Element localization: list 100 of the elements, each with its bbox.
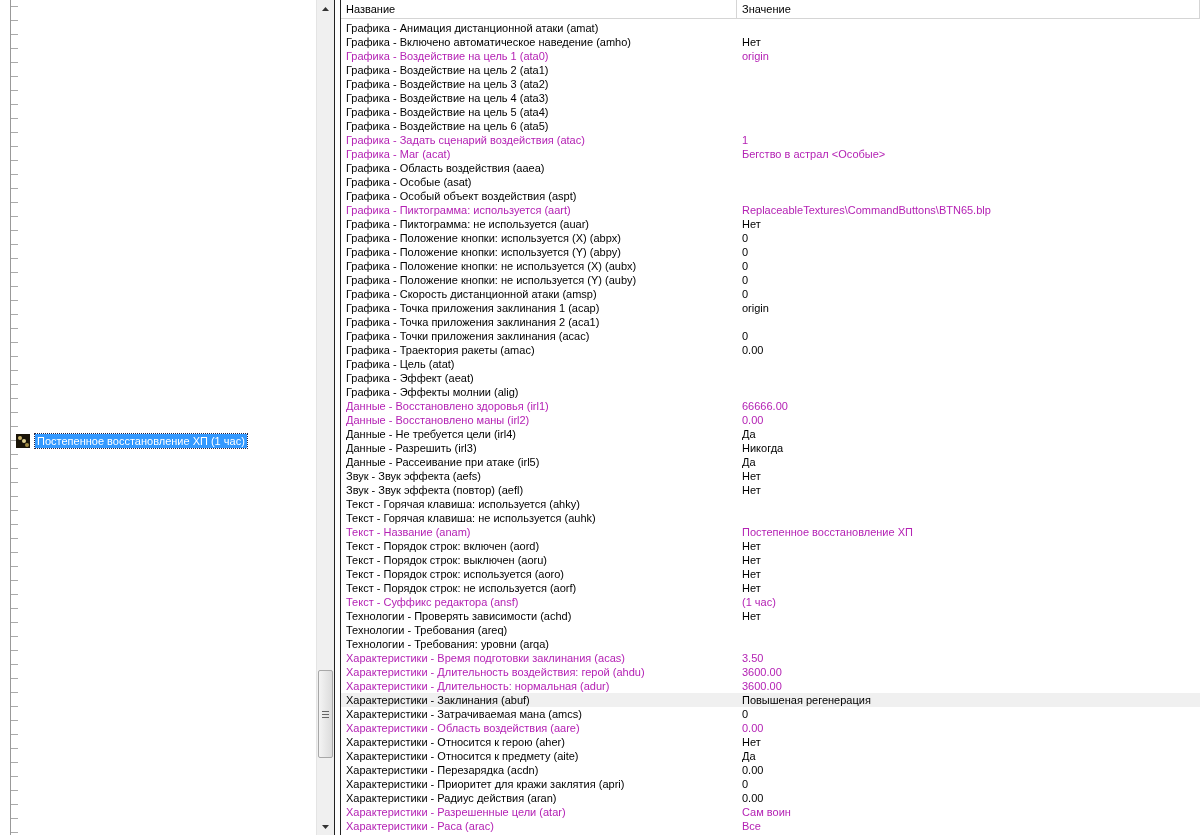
property-value[interactable]: Повышеная регенерация bbox=[737, 693, 1200, 707]
property-value[interactable]: 0 bbox=[737, 231, 1200, 245]
property-value[interactable]: 0 bbox=[737, 245, 1200, 259]
property-value[interactable]: 0.00 bbox=[737, 413, 1200, 427]
property-name[interactable]: Текст - Порядок строк: используется (aoro) bbox=[341, 567, 737, 581]
property-value[interactable]: 0 bbox=[737, 273, 1200, 287]
property-value[interactable]: Нет bbox=[737, 735, 1200, 749]
property-name[interactable]: Данные - Не требуется цели (irl4) bbox=[341, 427, 737, 441]
property-name[interactable]: Текст - Название (anam) bbox=[341, 525, 737, 539]
property-value[interactable]: Сам воин bbox=[737, 805, 1200, 819]
property-name[interactable]: Графика - Маг (acat) bbox=[341, 147, 737, 161]
property-value[interactable]: Нет bbox=[737, 567, 1200, 581]
property-value[interactable]: 3.50 bbox=[737, 651, 1200, 665]
property-value[interactable]: 0 bbox=[737, 287, 1200, 301]
property-value[interactable]: 0.00 bbox=[737, 721, 1200, 735]
property-name[interactable]: Графика - Включено автоматическое наведение (amho) bbox=[341, 35, 737, 49]
property-name[interactable]: Графика - Цель (atat) bbox=[341, 357, 737, 371]
column-header[interactable]: Значение bbox=[737, 0, 1200, 18]
property-value[interactable]: Нет bbox=[737, 609, 1200, 623]
property-name[interactable]: Графика - Воздействие на цель 2 (ata1) bbox=[341, 63, 737, 77]
property-name[interactable]: Характеристики - Длительность: нормальная (adur) bbox=[341, 679, 737, 693]
property-name[interactable]: Характеристики - Относится к предмету (aite) bbox=[341, 749, 737, 763]
property-value[interactable]: Никогда bbox=[737, 441, 1200, 455]
property-name[interactable]: Характеристики - Радиус действия (aran) bbox=[341, 791, 737, 805]
property-name[interactable]: Графика - Задать сценарий воздействия (atac) bbox=[341, 133, 737, 147]
property-name[interactable]: Графика - Скорость дистанционной атаки (amsp) bbox=[341, 287, 737, 301]
property-name[interactable]: Графика - Пиктограмма: не используется (auar) bbox=[341, 217, 737, 231]
property-name[interactable]: Данные - Разрешить (irl3) bbox=[341, 441, 737, 455]
property-name[interactable]: Графика - Эффекты молнии (alig) bbox=[341, 385, 737, 399]
property-name[interactable]: Графика - Точки приложения заклинания (acac) bbox=[341, 329, 737, 343]
property-name[interactable]: Характеристики - Заклинания (abuf) bbox=[341, 693, 737, 707]
property-name[interactable]: Текст - Порядок строк: не используется (aorf) bbox=[341, 581, 737, 595]
property-value[interactable]: Бегство в астрал <Особые> bbox=[737, 147, 1200, 161]
property-name[interactable]: Характеристики - Разрешенные цели (atar) bbox=[341, 805, 737, 819]
property-name[interactable]: Текст - Порядок строк: включен (aord) bbox=[341, 539, 737, 553]
property-name[interactable]: Технологии - Требования: уровни (arqa) bbox=[341, 637, 737, 651]
column-header[interactable]: Название bbox=[341, 0, 737, 18]
property-name[interactable]: Характеристики - Приоритет для кражи заклятия (apri) bbox=[341, 777, 737, 791]
property-value[interactable]: (1 час) bbox=[737, 595, 1200, 609]
property-name[interactable]: Характеристики - Время подготовки заклинания (acas) bbox=[341, 651, 737, 665]
property-value[interactable]: 3600.00 bbox=[737, 665, 1200, 679]
property-value[interactable]: Нет bbox=[737, 539, 1200, 553]
property-value[interactable]: 0.00 bbox=[737, 791, 1200, 805]
property-name[interactable]: Графика - Воздействие на цель 3 (ata2) bbox=[341, 77, 737, 91]
property-value[interactable]: Нет bbox=[737, 553, 1200, 567]
property-name[interactable]: Графика - Траектория ракеты (amac) bbox=[341, 343, 737, 357]
selected-row[interactable]: Характеристики - Заклинания (abuf) Повышеная регенерация bbox=[341, 693, 1200, 707]
property-name[interactable]: Графика - Область воздействия (aaea) bbox=[341, 161, 737, 175]
property-value[interactable]: 1 bbox=[737, 133, 1200, 147]
property-name[interactable]: Данные - Рассеивание при атаке (irl5) bbox=[341, 455, 737, 469]
property-value[interactable]: 0 bbox=[737, 329, 1200, 343]
property-value[interactable]: Да bbox=[737, 427, 1200, 441]
property-name[interactable]: Звук - Звук эффекта (повтор) (aefl) bbox=[341, 483, 737, 497]
property-name[interactable]: Характеристики - Затрачиваемая мана (amcs) bbox=[341, 707, 737, 721]
property-value[interactable]: Постепенное восстановление ХП bbox=[737, 525, 1200, 539]
property-name[interactable]: Графика - Воздействие на цель 4 (ata3) bbox=[341, 91, 737, 105]
property-value[interactable]: 66666.00 bbox=[737, 399, 1200, 413]
property-name[interactable]: Характеристики - Раса (arac) bbox=[341, 819, 737, 833]
property-value[interactable]: 0.00 bbox=[737, 343, 1200, 357]
property-value[interactable]: Все bbox=[737, 819, 1200, 833]
property-name[interactable]: Характеристики - Область воздействия (aare) bbox=[341, 721, 737, 735]
property-name[interactable]: Характеристики - Перезарядка (acdn) bbox=[341, 763, 737, 777]
property-name[interactable]: Звук - Звук эффекта (aefs) bbox=[341, 469, 737, 483]
property-name[interactable]: Графика - Воздействие на цель 6 (ata5) bbox=[341, 119, 737, 133]
property-name[interactable]: Текст - Горячая клавиша: используется (ahky) bbox=[341, 497, 737, 511]
property-name[interactable]: Текст - Порядок строк: выключен (aoru) bbox=[341, 553, 737, 567]
property-name[interactable]: Графика - Эффект (aeat) bbox=[341, 371, 737, 385]
property-name[interactable]: Графика - Пиктограмма: используется (aart) bbox=[341, 203, 737, 217]
property-value[interactable]: 0 bbox=[737, 707, 1200, 721]
property-value[interactable]: origin bbox=[737, 301, 1200, 315]
property-name[interactable]: Данные - Восстановлено маны (irl2) bbox=[341, 413, 737, 427]
property-value[interactable]: 0 bbox=[737, 259, 1200, 273]
property-value[interactable]: Нет bbox=[737, 35, 1200, 49]
property-name[interactable]: Графика - Точка приложения заклинания 1 (acap) bbox=[341, 301, 737, 315]
property-name[interactable]: Графика - Воздействие на цель 5 (ata4) bbox=[341, 105, 737, 119]
property-name[interactable]: Графика - Анимация дистанционной атаки (amat) bbox=[341, 21, 737, 35]
property-name[interactable]: Технологии - Требования (areq) bbox=[341, 623, 737, 637]
property-name[interactable]: Графика - Положение кнопки: используется (Y) (abpy) bbox=[341, 245, 737, 259]
property-name[interactable]: Характеристики - Длительность воздействия: герой (ahdu) bbox=[341, 665, 737, 679]
property-name[interactable]: Графика - Особые (asat) bbox=[341, 175, 737, 189]
property-name[interactable]: Графика - Воздействие на цель 1 (ata0) bbox=[341, 49, 737, 63]
scrollbar[interactable] bbox=[316, 0, 334, 835]
property-value[interactable]: Нет bbox=[737, 483, 1200, 497]
property-name[interactable]: Текст - Горячая клавиша: не используется (auhk) bbox=[341, 511, 737, 525]
property-value[interactable]: Нет bbox=[737, 581, 1200, 595]
property-name[interactable]: Графика - Положение кнопки: не используется (X) (aubx) bbox=[341, 259, 737, 273]
property-value[interactable]: Нет bbox=[737, 217, 1200, 231]
property-value[interactable]: Да bbox=[737, 455, 1200, 469]
property-value[interactable]: ReplaceableTextures\CommandButtons\BTN65.blp bbox=[737, 203, 1200, 217]
property-name[interactable]: Графика - Особый объект воздействия (aspt) bbox=[341, 189, 737, 203]
property-value[interactable]: origin bbox=[737, 49, 1200, 63]
property-value[interactable]: Да bbox=[737, 749, 1200, 763]
property-name[interactable]: Графика - Точка приложения заклинания 2 (aca1) bbox=[341, 315, 737, 329]
scroll-thumb[interactable] bbox=[318, 670, 333, 758]
property-value[interactable]: 0 bbox=[737, 777, 1200, 791]
property-value[interactable]: Нет bbox=[737, 469, 1200, 483]
property-name[interactable]: Характеристики - Относится к герою (aher) bbox=[341, 735, 737, 749]
property-value[interactable]: 3600.00 bbox=[737, 679, 1200, 693]
property-value[interactable]: 0.00 bbox=[737, 763, 1200, 777]
property-name[interactable]: Графика - Положение кнопки: не используется (Y) (auby) bbox=[341, 273, 737, 287]
